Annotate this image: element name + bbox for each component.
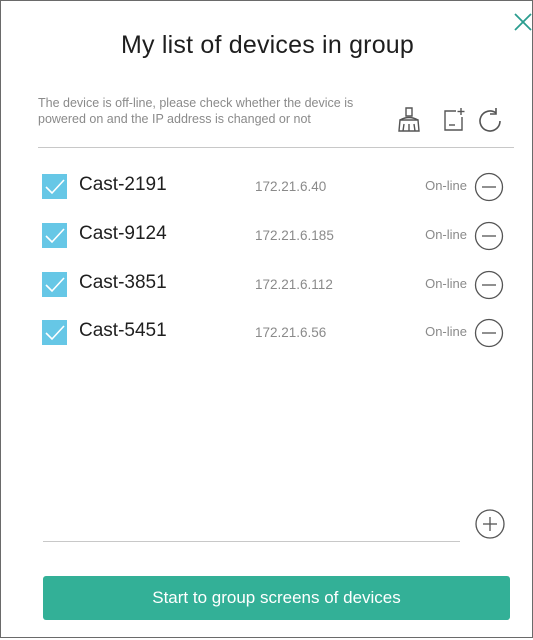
remove-device-icon[interactable] [474,318,504,348]
device-name: Cast-3851 [79,272,167,293]
start-group-button[interactable]: Start to group screens of devices [43,576,510,620]
device-checkbox[interactable] [42,272,67,297]
offline-notice: The device is off-line, please check whe… [38,96,354,126]
device-row: Cast-5451 172.21.6.56 On-line [1,317,533,348]
device-status: On-line [425,227,467,242]
device-ip: 172.21.6.185 [255,228,334,243]
add-circle-icon[interactable] [474,508,506,540]
device-row: Cast-9124 172.21.6.185 On-line [1,220,533,251]
device-status: On-line [425,324,467,339]
device-name: Cast-5451 [79,320,167,341]
device-name: Cast-9124 [79,223,167,244]
close-icon[interactable] [512,11,533,33]
header-divider [38,147,514,148]
remove-device-icon[interactable] [474,221,504,251]
device-status: On-line [425,276,467,291]
device-checkbox[interactable] [42,223,67,248]
device-ip: 172.21.6.56 [255,325,327,340]
device-row: Cast-2191 172.21.6.40 On-line [1,171,533,202]
device-group-dialog: My list of devices in group The device i… [0,0,533,638]
list-divider [43,541,460,542]
device-row: Cast-3851 172.21.6.112 On-line [1,269,533,300]
device-ip: 172.21.6.40 [255,179,327,194]
dialog-title: My list of devices in group [120,31,415,59]
device-checkbox[interactable] [42,174,67,199]
broom-icon[interactable] [394,105,424,135]
remove-device-icon[interactable] [474,270,504,300]
device-checkbox[interactable] [42,320,67,345]
device-name: Cast-2191 [79,174,167,195]
add-document-icon[interactable] [438,105,468,135]
device-ip: 172.21.6.112 [255,277,333,292]
remove-device-icon[interactable] [474,172,504,202]
device-status: On-line [425,178,467,193]
refresh-icon[interactable] [475,105,505,135]
